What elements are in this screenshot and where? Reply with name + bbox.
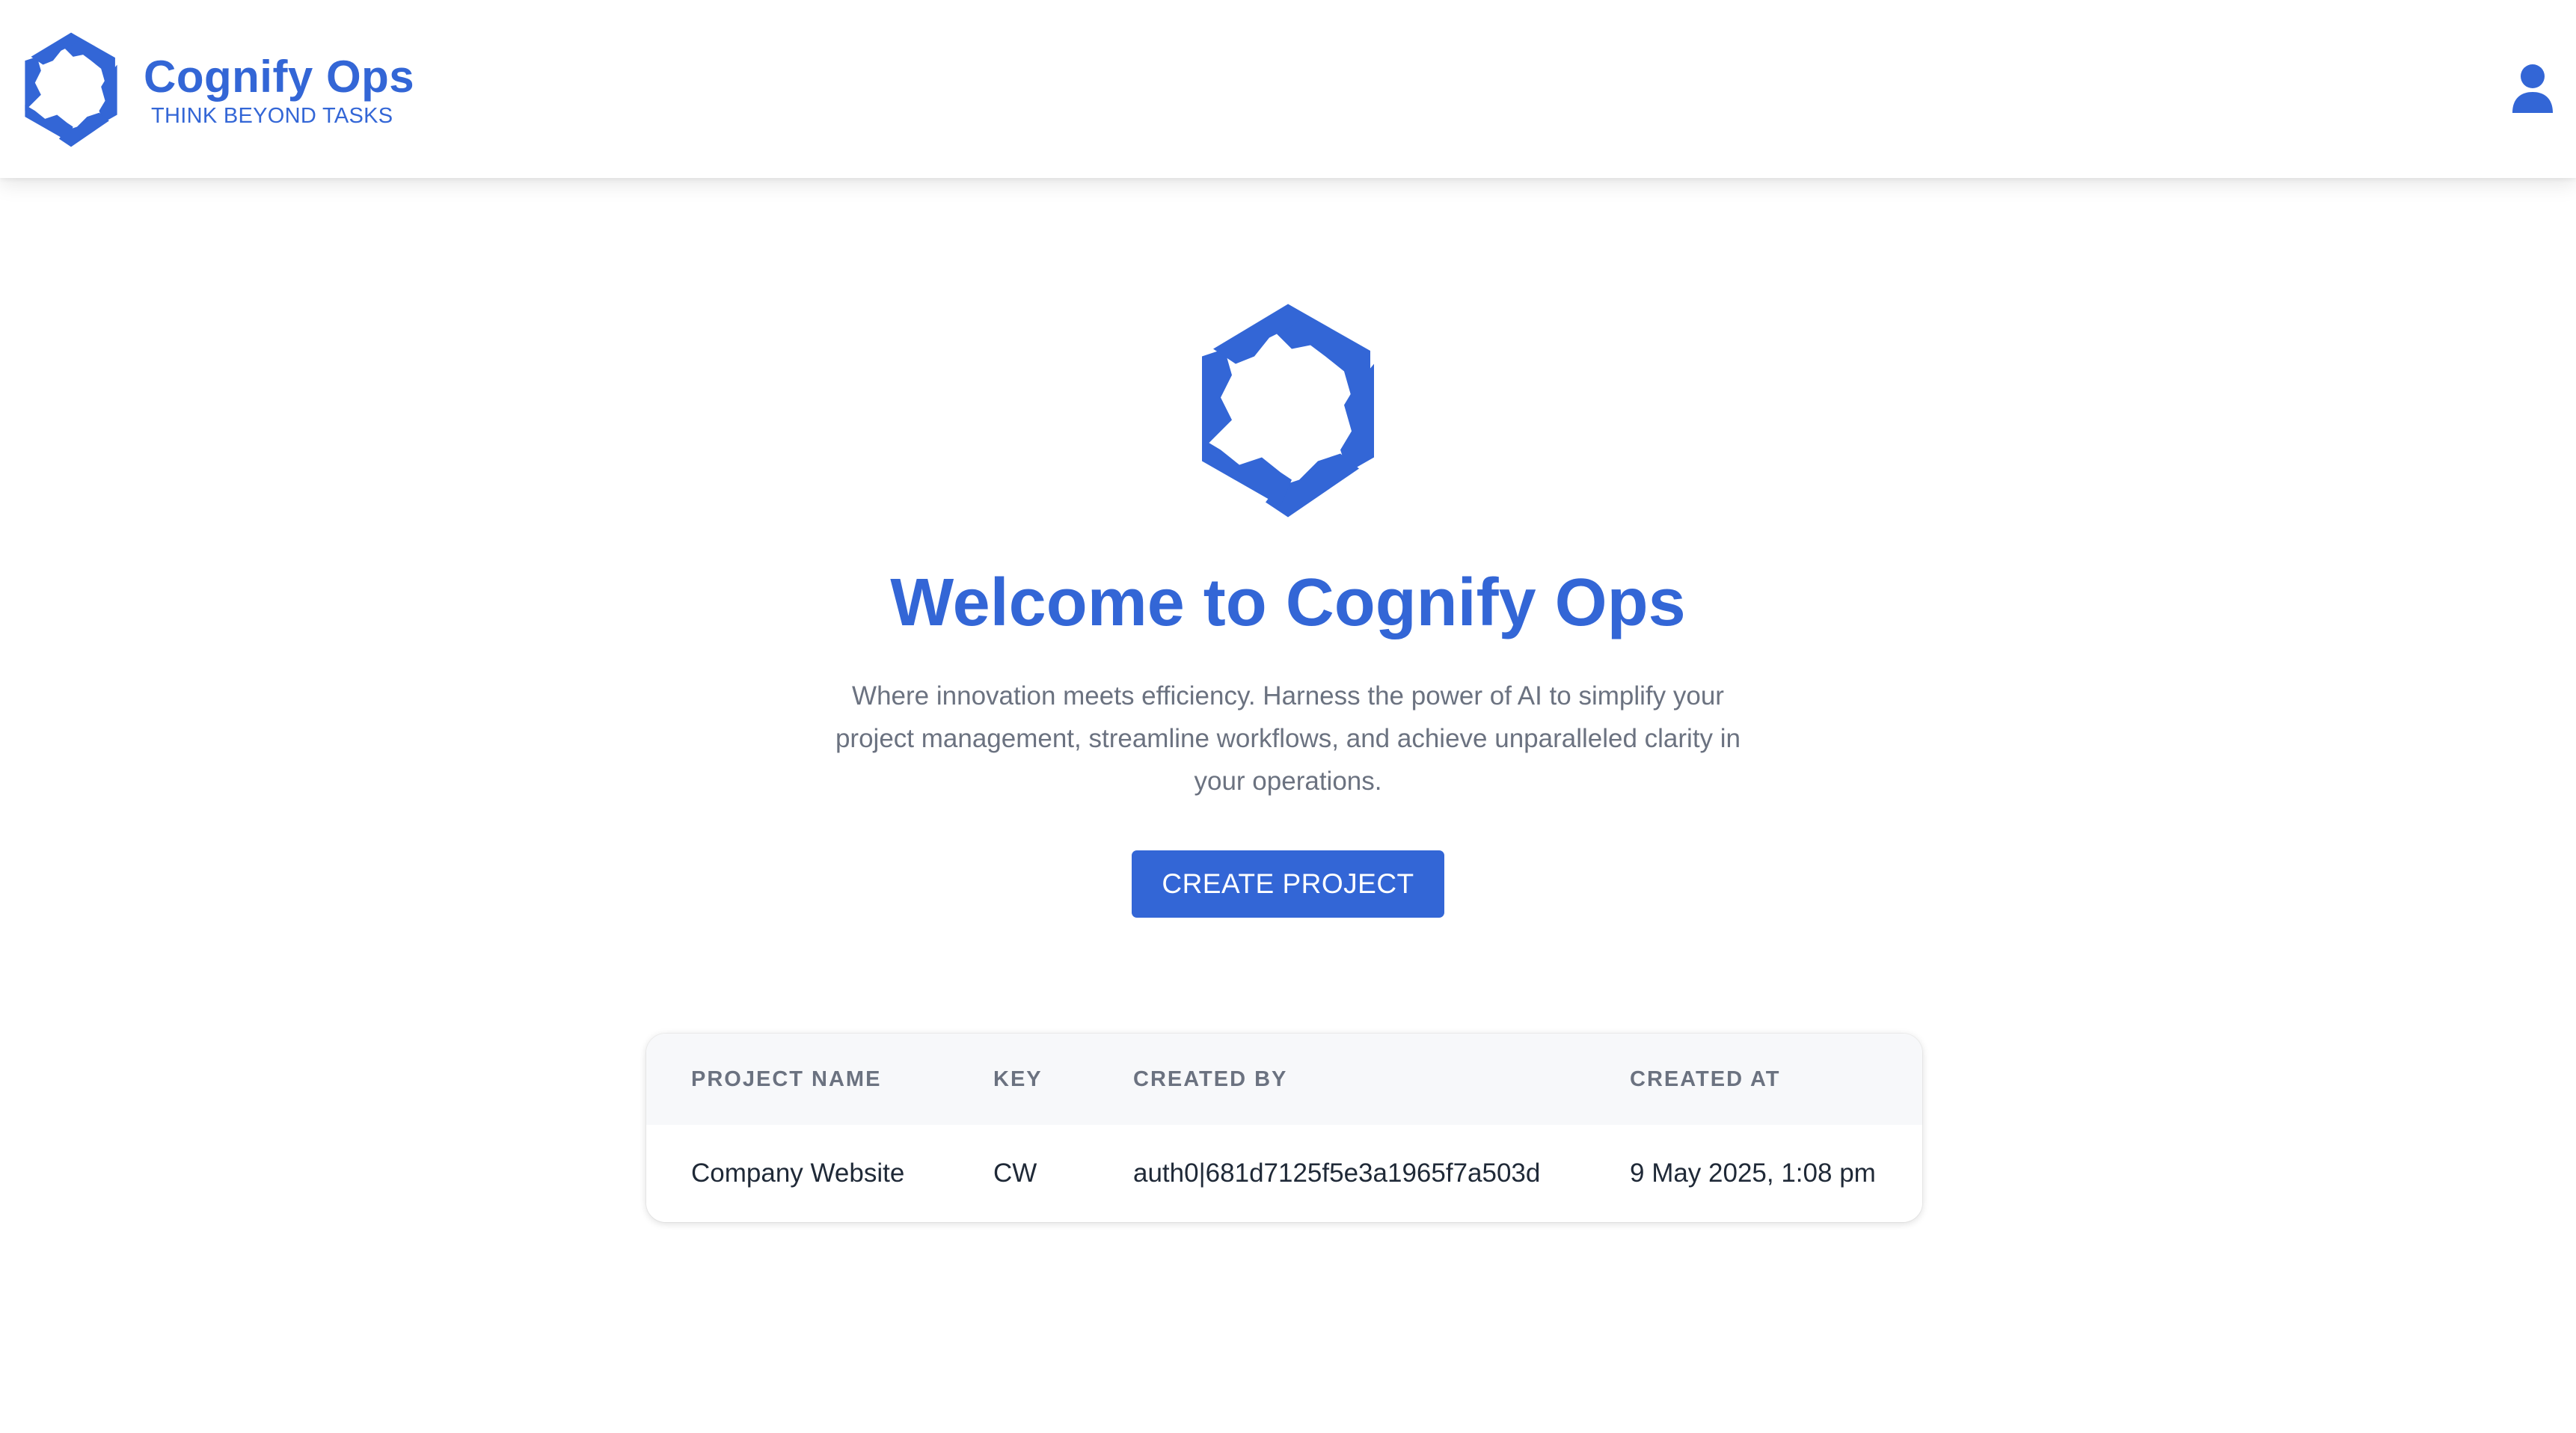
top-header: Cognify Ops THINK BEYOND TASKS xyxy=(0,0,2576,178)
cell-created-at: 9 May 2025, 1:08 pm xyxy=(1630,1159,1876,1188)
column-header-created-by[interactable]: CREATED BY xyxy=(1133,1034,1287,1125)
user-icon xyxy=(2512,64,2553,113)
page-title: Welcome to Cognify Ops xyxy=(890,565,1686,640)
column-header-created-at[interactable]: CREATED AT xyxy=(1630,1034,1781,1125)
cell-key: CW xyxy=(993,1159,1037,1188)
brand-tagline: THINK BEYOND TASKS xyxy=(151,104,393,128)
projects-table: PROJECT NAME KEY CREATED BY CREATED AT C… xyxy=(646,1034,1922,1222)
brand[interactable]: Cognify Ops THINK BEYOND TASKS xyxy=(21,30,414,150)
page: Cognify Ops THINK BEYOND TASKS Welcome t… xyxy=(0,0,2576,1433)
cognify-hexagon-logo-icon xyxy=(25,32,117,147)
column-header-project-name[interactable]: PROJECT NAME xyxy=(691,1034,881,1125)
hero-description: Where innovation meets efficiency. Harne… xyxy=(835,681,1741,796)
hero-section: Welcome to Cognify Ops Where innovation … xyxy=(0,299,2576,918)
table-row[interactable]: Company Website CW auth0|681d7125f5e3a19… xyxy=(646,1125,1922,1222)
column-header-key[interactable]: KEY xyxy=(993,1034,1043,1125)
cell-project-name[interactable]: Company Website xyxy=(691,1125,904,1222)
cognify-hexagon-logo-icon xyxy=(1202,304,1374,518)
user-account-button[interactable] xyxy=(2509,61,2557,115)
table-header-row: PROJECT NAME KEY CREATED BY CREATED AT xyxy=(646,1034,1922,1125)
create-project-button[interactable]: CREATE PROJECT xyxy=(1132,850,1444,918)
brand-name: Cognify Ops xyxy=(144,52,415,102)
cell-created-by: auth0|681d7125f5e3a1965f7a503d xyxy=(1133,1159,1541,1188)
